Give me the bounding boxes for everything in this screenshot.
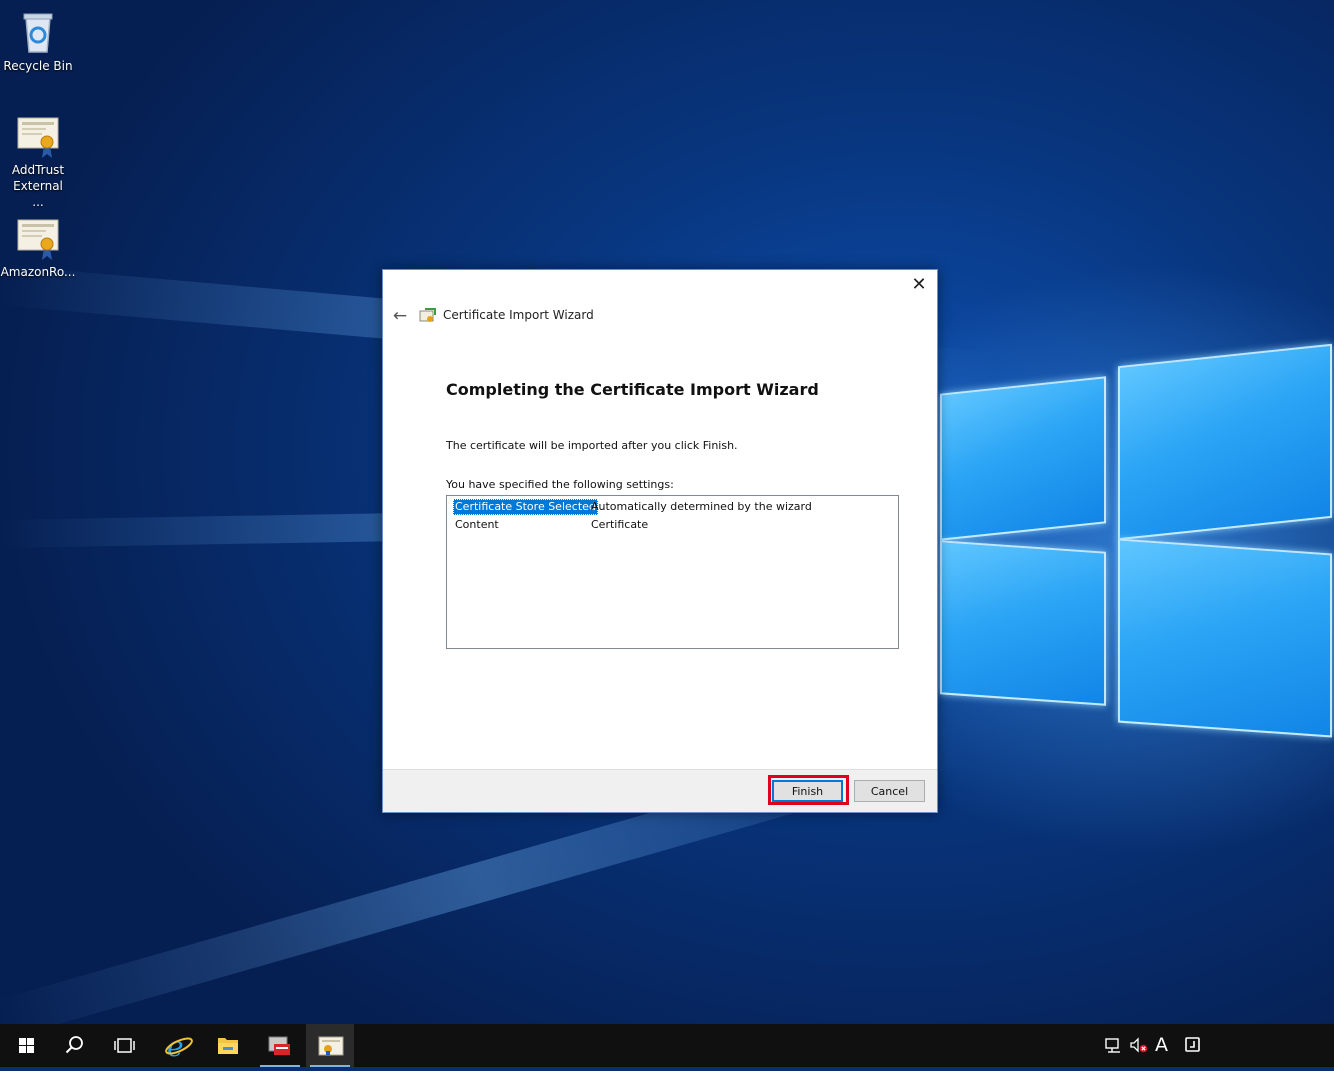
notification-icon[interactable] — [1184, 1035, 1202, 1055]
search-button[interactable] — [50, 1024, 98, 1067]
dialog-footer: Finish Cancel — [383, 769, 937, 812]
desktop-icon-amazonroot[interactable]: AmazonRo... — [0, 214, 76, 280]
file-explorer-icon — [218, 1038, 238, 1054]
network-icon[interactable] — [1105, 1035, 1123, 1055]
certificate-wizard-icon — [419, 307, 437, 325]
start-icon — [19, 1038, 34, 1053]
settings-list[interactable]: Certificate Store Selected Automatically… — [446, 495, 899, 649]
certificate-import-wizard-dialog: ✕ ← Certificate Import Wizard Completing… — [382, 269, 938, 813]
volume-muted-icon[interactable] — [1129, 1035, 1149, 1055]
cancel-button[interactable]: Cancel — [854, 780, 925, 802]
windows-logo-pane — [1118, 343, 1332, 541]
search-icon — [65, 1036, 83, 1054]
recycle-bin-icon — [14, 8, 62, 56]
setting-value: Certificate — [591, 518, 649, 531]
desktop-icon-label: AddTrust External ... — [11, 163, 65, 209]
dialog-title: Certificate Import Wizard — [443, 308, 594, 322]
ime-a-icon[interactable]: A — [1155, 1035, 1168, 1055]
task-view-icon — [114, 1038, 135, 1053]
start-button[interactable] — [2, 1024, 50, 1067]
taskbar: e A — [0, 1024, 1334, 1067]
wizard-heading: Completing the Certificate Import Wizard — [446, 380, 819, 399]
windows-logo-pane — [940, 376, 1106, 541]
wizard-intro-text: The certificate will be imported after y… — [446, 439, 738, 452]
certificate-icon — [14, 214, 62, 262]
back-arrow-icon[interactable]: ← — [389, 305, 411, 327]
settings-label: You have specified the following setting… — [446, 478, 674, 491]
windows-logo-pane — [1118, 538, 1332, 738]
server-manager-icon — [268, 1036, 290, 1055]
certificate-app-icon — [318, 1036, 344, 1056]
desktop-icon-addtrust[interactable]: AddTrust External ... — [0, 112, 76, 210]
desktop-icon-label: Recycle Bin — [3, 59, 73, 73]
task-view-button[interactable] — [100, 1024, 148, 1067]
windows-logo-pane — [940, 540, 1106, 706]
certificate-app-button[interactable] — [306, 1024, 354, 1067]
close-icon[interactable]: ✕ — [907, 274, 931, 296]
certificate-icon — [14, 112, 62, 160]
internet-explorer-button[interactable]: e — [154, 1024, 202, 1067]
desktop: Recycle Bin AddTrust External ... Amazon… — [0, 0, 1334, 1024]
file-explorer-button[interactable] — [204, 1024, 252, 1067]
server-manager-button[interactable] — [256, 1024, 304, 1067]
setting-key: Certificate Store Selected — [453, 499, 598, 515]
setting-value: Automatically determined by the wizard — [591, 500, 812, 513]
internet-explorer-icon: e — [165, 1030, 193, 1063]
finish-button[interactable]: Finish — [772, 780, 843, 802]
desktop-icon-label: AmazonRo... — [0, 265, 76, 279]
desktop-icon-recycle-bin[interactable]: Recycle Bin — [0, 8, 76, 74]
setting-key: Content — [455, 518, 499, 531]
